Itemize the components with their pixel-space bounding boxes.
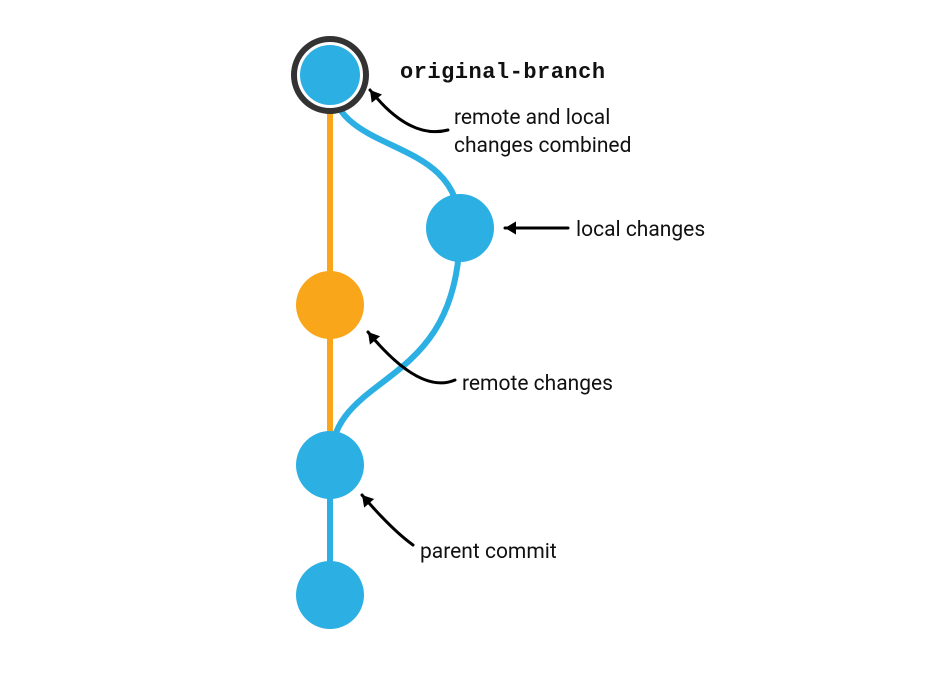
annotation-remote: remote changes [462,370,613,398]
diagram-canvas: original-branch remote and local changes… [0,0,949,675]
annotation-combined-line1: remote and local [454,106,610,130]
annotation-local: local changes [576,216,705,244]
commit-graph-svg [0,0,949,675]
annotation-combined-line2: changes combined [454,134,631,158]
commit-parent [296,431,364,499]
annotation-parent: parent commit [420,538,557,566]
arrow-combined [370,90,448,132]
edge-local-parent [330,228,460,465]
commit-remote-changes [296,271,364,339]
commit-local-changes [426,194,494,262]
commit-head-merge [300,45,360,105]
arrow-local-head [505,221,516,234]
commit-root [296,561,364,629]
annotation-combined: remote and local changes combined [454,104,631,161]
branch-label: original-branch [400,60,606,85]
